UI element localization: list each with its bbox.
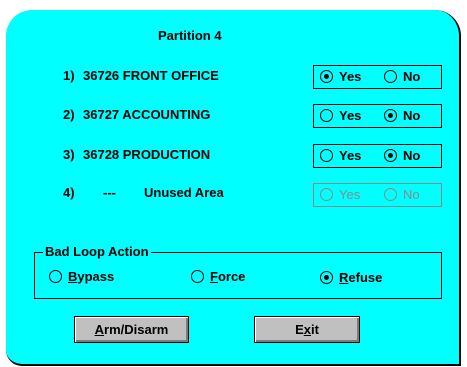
radio-unchecked-icon — [384, 188, 397, 201]
radio-unchecked-icon — [384, 70, 397, 83]
zone-4-yes-radio: Yes — [320, 187, 360, 202]
zone-3-yes-radio[interactable]: Yes — [320, 148, 361, 163]
zone-2-no-radio[interactable]: No — [384, 108, 420, 123]
bad-loop-action-legend: Bad Loop Action — [43, 244, 151, 259]
bad-loop-action-group: Bad Loop Action Bypass Force Refuse — [34, 244, 442, 299]
force-label: Force — [210, 269, 246, 284]
no-label: No — [403, 187, 420, 202]
zone-number: 1) — [63, 68, 75, 83]
bypass-radio[interactable]: Bypass — [49, 269, 114, 284]
yes-label: Yes — [339, 148, 362, 163]
arm-disarm-button[interactable]: Arm/Disarm — [74, 316, 189, 343]
zone-dashes: --- — [103, 185, 116, 200]
refuse-label: Refuse — [339, 270, 383, 285]
radio-unchecked-icon — [191, 270, 204, 283]
no-label: No — [403, 69, 421, 84]
yes-label: Yes — [339, 69, 362, 84]
radio-checked-icon — [320, 271, 333, 284]
zone-label: 36727 ACCOUNTING — [83, 107, 211, 122]
zone-1-yes-radio[interactable]: Yes — [320, 69, 361, 84]
zone-1-no-radio[interactable]: No — [384, 69, 420, 84]
radio-unchecked-icon — [320, 149, 333, 162]
radio-checked-icon — [384, 109, 397, 122]
radio-unchecked-icon — [49, 270, 62, 283]
zone-4-no-radio: No — [384, 187, 420, 202]
radio-unchecked-icon — [320, 188, 333, 201]
zone-number: 4) — [63, 185, 75, 200]
exit-button[interactable]: Ex it — [254, 316, 360, 343]
zone-1-yes-no-group: Yes No — [313, 65, 442, 89]
zone-2-yes-radio[interactable]: Yes — [320, 108, 361, 123]
zone-number: 2) — [63, 107, 75, 122]
yes-label: Yes — [339, 108, 362, 123]
no-label: No — [403, 148, 421, 163]
no-label: No — [403, 108, 421, 123]
refuse-radio[interactable]: Refuse — [320, 270, 382, 285]
zone-label: 36728 PRODUCTION — [83, 147, 211, 162]
zone-4-yes-no-group: Yes No — [313, 183, 442, 207]
bypass-label: Bypass — [68, 269, 115, 284]
force-radio[interactable]: Force — [191, 269, 245, 284]
radio-unchecked-icon — [320, 109, 333, 122]
zone-label: 36726 FRONT OFFICE — [83, 68, 219, 83]
radio-checked-icon — [384, 149, 397, 162]
zone-3-no-radio[interactable]: No — [384, 148, 420, 163]
zone-label: Unused Area — [144, 185, 224, 200]
radio-checked-icon — [320, 70, 333, 83]
zone-2-yes-no-group: Yes No — [313, 104, 442, 128]
zone-number: 3) — [63, 147, 75, 162]
yes-label: Yes — [339, 187, 361, 202]
zone-3-yes-no-group: Yes No — [313, 144, 442, 168]
dialog-title: Partition 4 — [158, 28, 222, 43]
partition-dialog: Partition 4 1) 36726 FRONT OFFICE Yes No… — [6, 10, 461, 366]
